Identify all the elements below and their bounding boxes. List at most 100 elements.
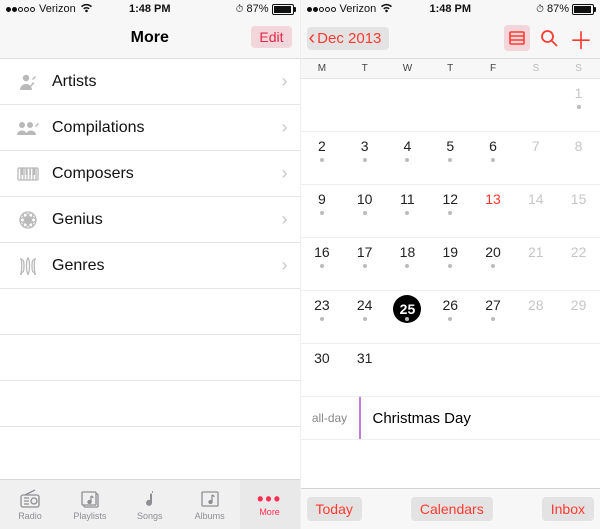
list-item-label: Genius <box>42 211 282 229</box>
day-cell[interactable]: 6 <box>472 132 515 184</box>
day-cell[interactable]: 2 <box>301 132 344 184</box>
day-cell[interactable]: 4 <box>386 132 429 184</box>
day-cell[interactable]: 17 <box>343 238 386 290</box>
tab-label: Songs <box>137 511 163 521</box>
day-cell[interactable]: 3 <box>343 132 386 184</box>
chevron-right-icon: › <box>282 71 288 92</box>
list-item-composers[interactable]: Composers › <box>0 151 300 197</box>
chevron-right-icon: › <box>282 209 288 230</box>
day-cell[interactable]: 5 <box>429 132 472 184</box>
chevron-right-icon: › <box>282 117 288 138</box>
tab-bar: Radio Playlists Songs Albums ••• More <box>0 479 300 529</box>
composers-icon <box>14 167 42 181</box>
calendars-button[interactable]: Calendars <box>411 497 493 521</box>
day-cell[interactable]: 14 <box>514 185 557 237</box>
list-item-label: Compilations <box>42 119 282 137</box>
status-bar: Verizon 1:48 PM ⏱ 87% <box>301 0 600 18</box>
day-cell[interactable]: 25 <box>386 291 429 343</box>
day-cell[interactable]: 13 <box>472 185 515 237</box>
day-cell[interactable]: 29 <box>557 291 600 343</box>
status-time: 1:48 PM <box>0 3 300 15</box>
tab-albums[interactable]: Albums <box>180 480 240 529</box>
add-button[interactable]: ＋ <box>568 25 594 51</box>
day-cell[interactable]: 28 <box>514 291 557 343</box>
list-item-artists[interactable]: Artists › <box>0 59 300 105</box>
chevron-right-icon: › <box>282 163 288 184</box>
tab-songs[interactable]: Songs <box>120 480 180 529</box>
day-cell[interactable]: 16 <box>301 238 344 290</box>
tab-label: More <box>259 507 280 517</box>
tab-label: Albums <box>195 511 225 521</box>
day-cell[interactable]: 10 <box>343 185 386 237</box>
day-cell[interactable]: 11 <box>386 185 429 237</box>
day-cell[interactable]: 21 <box>514 238 557 290</box>
day-of-week-header: M T W T F S S <box>301 59 600 79</box>
day-cell <box>386 344 429 396</box>
page-title: More <box>131 29 169 47</box>
list-item-compilations[interactable]: Compilations › <box>0 105 300 151</box>
day-cell <box>386 79 429 131</box>
day-cell <box>343 79 386 131</box>
day-cell[interactable]: 15 <box>557 185 600 237</box>
artist-icon <box>14 72 42 92</box>
tab-radio[interactable]: Radio <box>0 480 60 529</box>
day-cell[interactable]: 18 <box>386 238 429 290</box>
event-time-label: all-day <box>301 397 361 439</box>
day-cell <box>514 79 557 131</box>
today-button[interactable]: Today <box>307 497 362 521</box>
day-cell[interactable]: 9 <box>301 185 344 237</box>
day-cell[interactable]: 19 <box>429 238 472 290</box>
status-bar: Verizon 1:48 PM ⏱ 87% <box>0 0 300 18</box>
day-cell[interactable]: 7 <box>514 132 557 184</box>
day-cell[interactable]: 1 <box>557 79 600 131</box>
more-icon: ••• <box>257 493 282 505</box>
search-button[interactable] <box>536 25 562 51</box>
day-cell[interactable]: 8 <box>557 132 600 184</box>
music-app-screen: Verizon 1:48 PM ⏱ 87% More Edit Artists … <box>0 0 300 529</box>
month-grid: 1234567891011121314151617181920212223242… <box>301 79 600 397</box>
list-item-genres[interactable]: Genres › <box>0 243 300 289</box>
calendar-toolbar: Today Calendars Inbox <box>301 488 600 529</box>
day-cell <box>557 344 600 396</box>
day-cell[interactable]: 12 <box>429 185 472 237</box>
list-view-button[interactable] <box>504 25 530 51</box>
back-label: Dec 2013 <box>317 30 381 47</box>
chevron-left-icon: ‹ <box>309 31 316 45</box>
day-cell <box>472 79 515 131</box>
day-cell[interactable]: 20 <box>472 238 515 290</box>
day-cell <box>514 344 557 396</box>
day-cell[interactable]: 31 <box>343 344 386 396</box>
inbox-button[interactable]: Inbox <box>542 497 594 521</box>
calendar-navbar: ‹ Dec 2013 ＋ <box>301 18 600 59</box>
battery-icon <box>272 4 294 15</box>
navbar: More Edit <box>0 18 300 59</box>
day-cell <box>429 344 472 396</box>
list-item-genius[interactable]: Genius › <box>0 197 300 243</box>
day-cell[interactable]: 26 <box>429 291 472 343</box>
battery-icon <box>572 4 594 15</box>
day-cell <box>472 344 515 396</box>
list-item-label: Genres <box>42 257 282 275</box>
chevron-right-icon: › <box>282 255 288 276</box>
calendar-app-screen: Verizon 1:48 PM ⏱ 87% ‹ Dec 2013 <box>300 0 600 529</box>
tab-playlists[interactable]: Playlists <box>60 480 120 529</box>
day-cell[interactable]: 24 <box>343 291 386 343</box>
event-title: Christmas Day <box>361 410 471 427</box>
day-cell[interactable]: 22 <box>557 238 600 290</box>
more-list: Artists › Compilations › Composers › <box>0 59 300 427</box>
list-item-label: Artists <box>42 73 282 91</box>
tab-more[interactable]: ••• More <box>240 480 300 529</box>
edit-button[interactable]: Edit <box>251 26 291 48</box>
genres-icon <box>14 257 42 275</box>
back-button[interactable]: ‹ Dec 2013 <box>307 27 390 50</box>
day-cell[interactable]: 23 <box>301 291 344 343</box>
day-cell[interactable]: 27 <box>472 291 515 343</box>
day-cell[interactable]: 30 <box>301 344 344 396</box>
tab-label: Radio <box>18 511 42 521</box>
genius-icon <box>14 210 42 230</box>
event-row[interactable]: all-day Christmas Day <box>301 397 600 440</box>
compilations-icon <box>14 120 42 136</box>
day-cell <box>429 79 472 131</box>
day-cell <box>301 79 344 131</box>
status-time: 1:48 PM <box>301 3 600 15</box>
